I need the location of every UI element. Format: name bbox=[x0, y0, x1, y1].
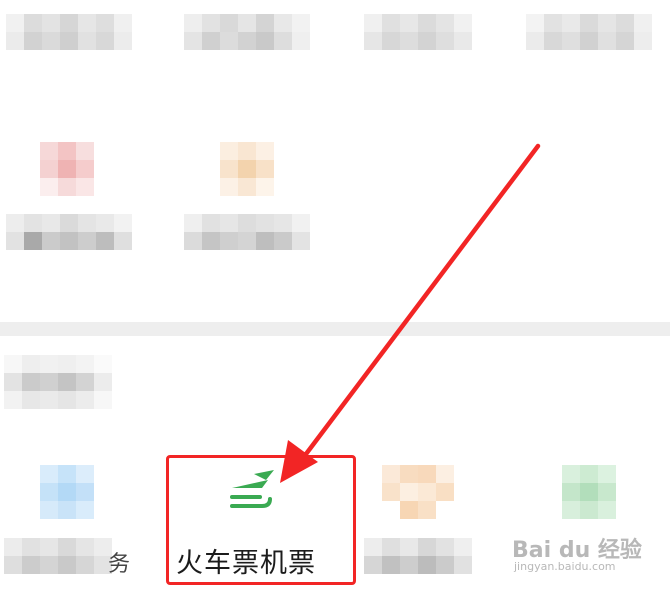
blurred-label bbox=[6, 214, 132, 250]
partial-label-text: 务 bbox=[108, 552, 131, 577]
blurred-label bbox=[364, 14, 472, 50]
blurred-app-icon[interactable] bbox=[562, 465, 616, 519]
blurred-label bbox=[184, 214, 310, 250]
blurred-app-icon[interactable] bbox=[220, 142, 274, 196]
highlight-box bbox=[166, 455, 356, 585]
blurred-section-title bbox=[4, 355, 112, 409]
watermark-url: jingyan.baidu.com bbox=[514, 560, 616, 573]
blurred-app-icon[interactable] bbox=[40, 465, 94, 519]
section-divider bbox=[0, 322, 670, 336]
blurred-label bbox=[526, 14, 652, 50]
blurred-label bbox=[4, 538, 112, 574]
blurred-label bbox=[364, 538, 472, 574]
blurred-label bbox=[6, 14, 132, 50]
blurred-label bbox=[184, 14, 310, 50]
blurred-app-icon[interactable] bbox=[382, 465, 454, 519]
blurred-app-icon[interactable] bbox=[40, 142, 94, 196]
